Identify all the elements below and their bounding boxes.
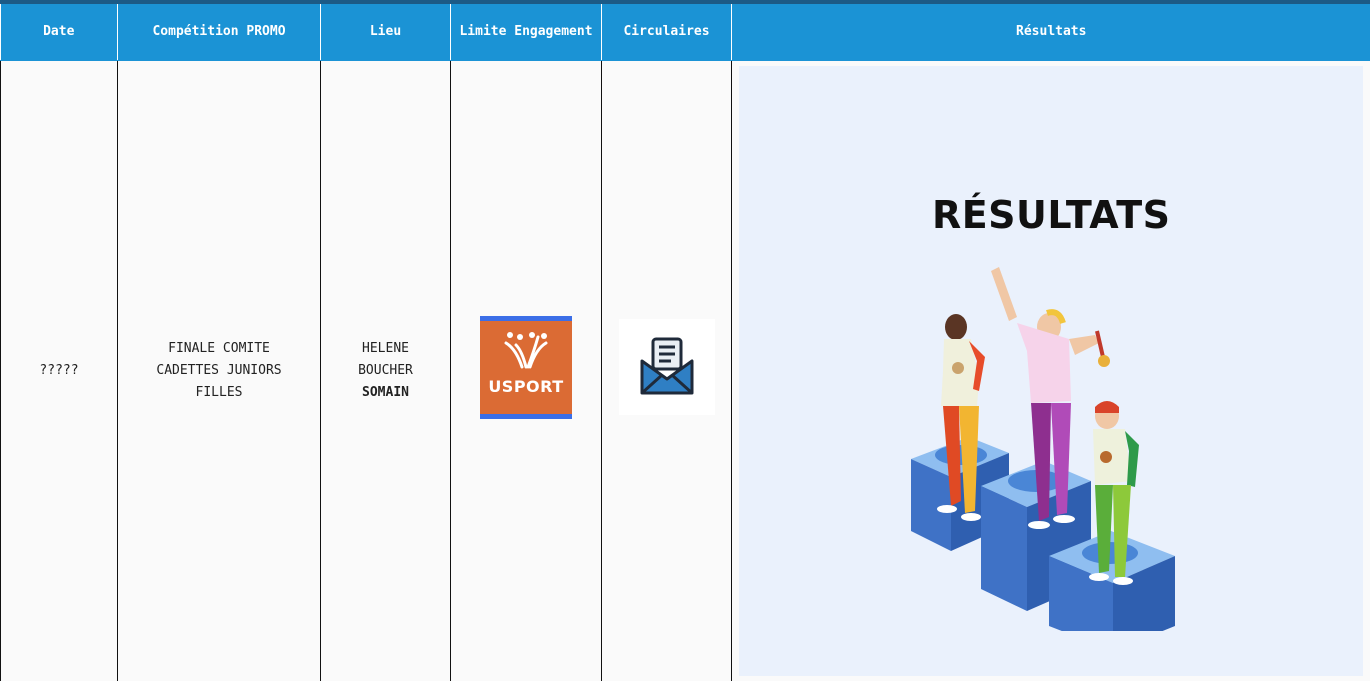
results-panel[interactable]: RÉSULTATS (739, 66, 1364, 676)
usport-logo-icon (504, 331, 548, 368)
table-row: ????? FINALE COMITE CADETTES JUNIORS FIL… (0, 60, 1370, 681)
cell-limite-engagement: USPORT (450, 60, 602, 681)
header-competition: Compétition PROMO (117, 4, 321, 61)
cell-lieu: HELENE BOUCHER SOMAIN (320, 60, 451, 681)
podium-athletes-illustration (911, 267, 1176, 631)
competitions-table: Date Compétition PROMO Lieu Limite Engag… (0, 4, 1370, 681)
usport-logo-text: USPORT (488, 376, 564, 396)
cell-resultats: RÉSULTATS (731, 60, 1370, 681)
header-resultats: Résultats (731, 4, 1370, 61)
cell-circulaires (601, 60, 732, 681)
mail-envelope-icon (640, 337, 693, 395)
table-header-row: Date Compétition PROMO Lieu Limite Engag… (0, 4, 1370, 61)
header-date: Date (0, 4, 118, 61)
header-circulaires: Circulaires (601, 4, 732, 61)
lieu-line-2: BOUCHER (358, 363, 413, 378)
competition-line-2: CADETTES JUNIORS (156, 363, 282, 378)
cell-date: ????? (0, 60, 118, 681)
results-title: RÉSULTATS (931, 193, 1171, 237)
lieu-line-3: SOMAIN (362, 385, 409, 400)
lieu-line-1: HELENE (362, 341, 409, 356)
competition-line-1: FINALE COMITE (168, 341, 270, 356)
cell-competition: FINALE COMITE CADETTES JUNIORS FILLES (117, 60, 321, 681)
competition-line-3: FILLES (195, 385, 243, 400)
usport-link[interactable]: USPORT (480, 315, 572, 419)
circulaire-link[interactable] (618, 319, 715, 415)
date-value: ????? (39, 363, 79, 378)
header-lieu: Lieu (320, 4, 451, 61)
header-limite-engagement: Limite Engagement (450, 4, 602, 61)
